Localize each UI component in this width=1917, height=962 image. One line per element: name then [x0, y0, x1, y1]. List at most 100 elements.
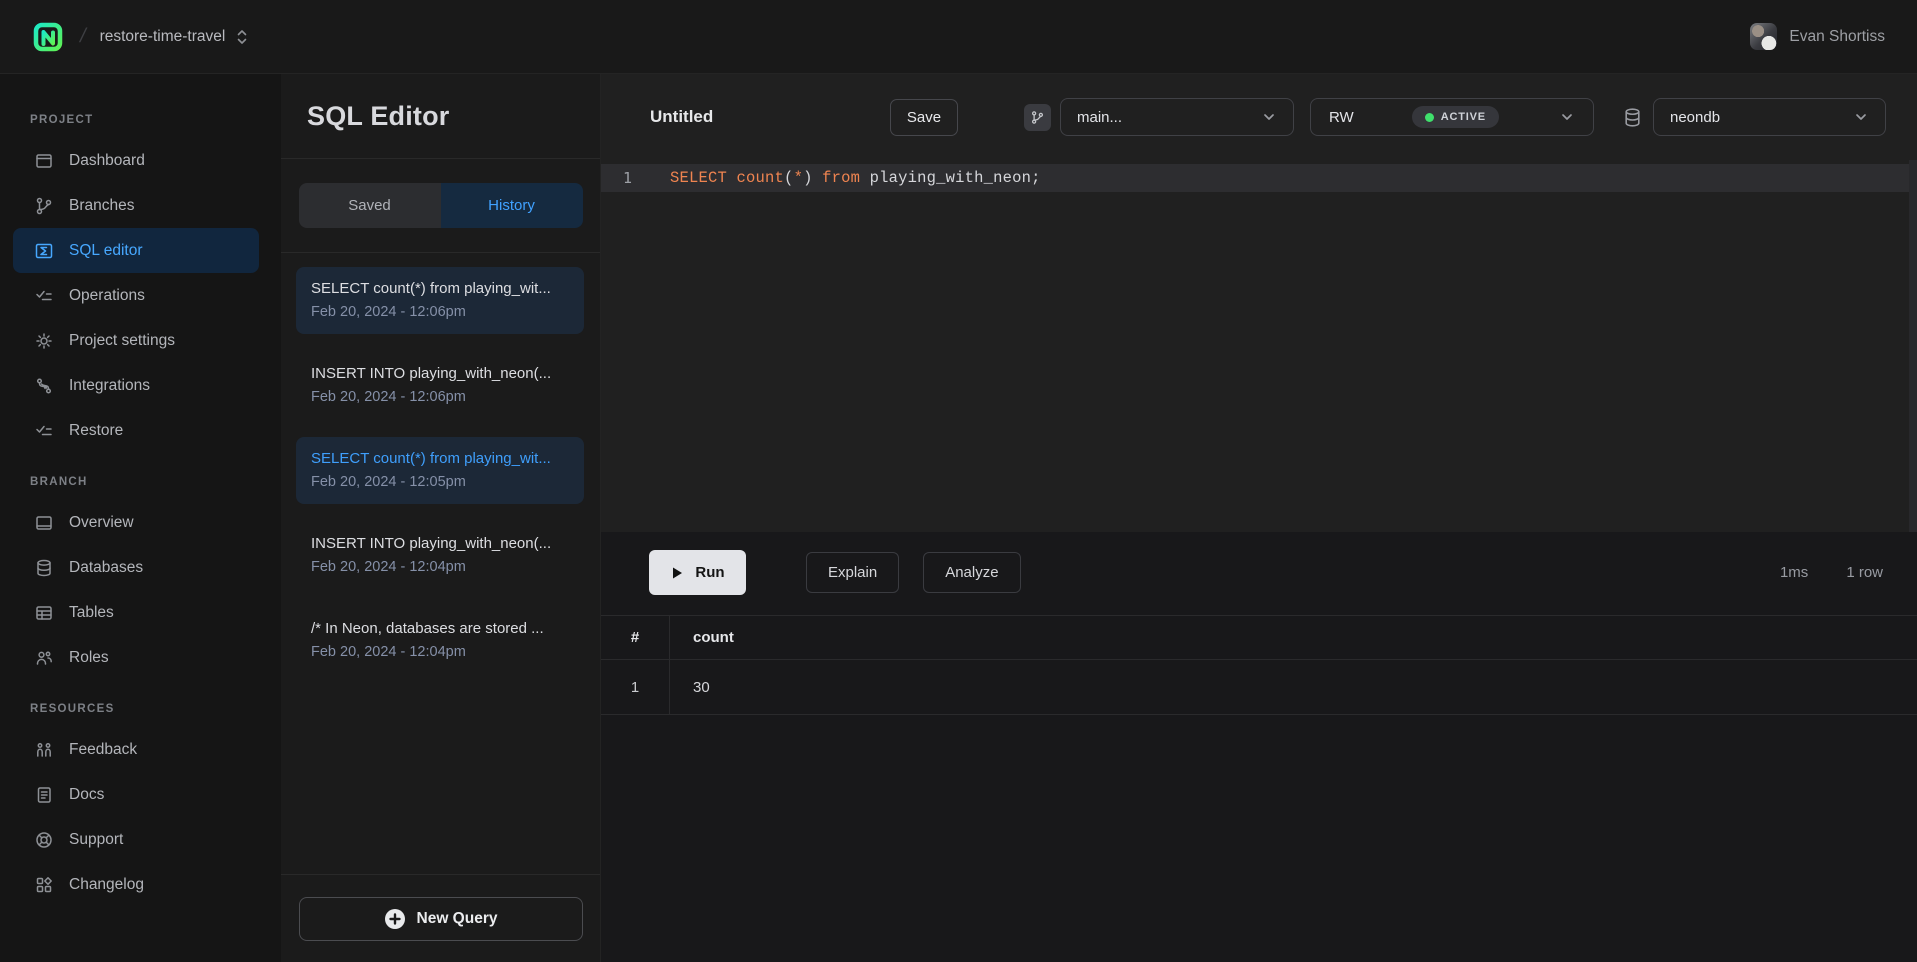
neon-logo[interactable] [30, 19, 66, 55]
sidebar-item-project-settings[interactable]: Project settings [13, 318, 259, 363]
sidebar: PROJECTDashboardBranchesSQL editorOperat… [0, 74, 281, 962]
history-timestamp: Feb 20, 2024 - 12:04pm [311, 644, 569, 660]
sidebar-item-sql-editor[interactable]: SQL editor [13, 228, 259, 273]
new-query-button[interactable]: New Query [299, 897, 583, 941]
code-token-keyword: SELECT [670, 169, 727, 187]
sidebar-item-label: Support [69, 831, 123, 849]
branch-select[interactable]: main... [1060, 98, 1294, 136]
sidebar-item-restore[interactable]: Restore [13, 408, 259, 453]
history-timestamp: Feb 20, 2024 - 12:06pm [311, 389, 569, 405]
results-header-row: #count [601, 615, 1917, 660]
history-query-text: INSERT INTO playing_with_neon(... [311, 365, 569, 382]
history-timestamp: Feb 20, 2024 - 12:04pm [311, 559, 569, 575]
sidebar-item-label: Integrations [69, 377, 150, 395]
editor-header: Untitled Save [601, 74, 1917, 160]
analyze-button[interactable]: Analyze [923, 552, 1020, 593]
query-duration: 1ms [1780, 564, 1808, 581]
editor-header-right: main... RW ACTIVE [994, 74, 1917, 160]
compute-select-value: RW [1329, 109, 1354, 126]
plus-circle-icon [384, 908, 406, 930]
avatar [1750, 23, 1777, 50]
line-number: 1 [601, 169, 670, 187]
history-item[interactable]: SELECT count(*) from playing_wit...Feb 2… [296, 267, 584, 334]
query-toolbar: Run Explain Analyze 1ms 1 row [601, 532, 1917, 595]
code-line: 1 SELECT count(*) from playing_with_neon… [601, 164, 1917, 192]
tables-icon [34, 603, 54, 623]
neon-console: / restore-time-travel Evan Shortiss PROJ… [0, 0, 1917, 962]
compute-status-text: ACTIVE [1441, 111, 1486, 123]
history-query-text: SELECT count(*) from playing_wit... [311, 280, 569, 297]
code-token-keyword: count [737, 169, 785, 187]
query-stats: 1ms 1 row [1780, 564, 1885, 581]
table-cell: 30 [670, 679, 710, 696]
project-switcher[interactable]: restore-time-travel [100, 28, 250, 46]
query-title: Untitled [650, 107, 713, 127]
history-list: SELECT count(*) from playing_wit... Feb 2… [281, 253, 600, 874]
history-item[interactable]: SELECT count(*) from playing_wit...Feb 2… [296, 437, 584, 504]
column-header-index: # [601, 616, 670, 659]
code-editor[interactable]: 1 SELECT count(*) from playing_with_neon… [601, 160, 1917, 532]
branch-icon-button[interactable] [1024, 104, 1051, 131]
tab-history[interactable]: History [441, 183, 583, 228]
integrations-icon [34, 376, 54, 396]
user-menu[interactable]: Evan Shortiss [1750, 23, 1885, 50]
compute-status-badge: ACTIVE [1412, 106, 1499, 128]
support-icon [34, 830, 54, 850]
sidebar-item-integrations[interactable]: Integrations [13, 363, 259, 408]
overview-icon [34, 513, 54, 533]
sidebar-item-support[interactable]: Support [13, 817, 259, 862]
explain-button[interactable]: Explain [806, 552, 899, 593]
sidebar-item-roles[interactable]: Roles [13, 635, 259, 680]
page-title: SQL Editor [307, 101, 450, 132]
history-item[interactable]: INSERT INTO playing_with_neon(... Feb 20,… [296, 352, 584, 419]
user-name: Evan Shortiss [1789, 28, 1885, 46]
database-select[interactable]: neondb [1653, 98, 1886, 136]
results-table: #count130 [601, 615, 1917, 715]
sql-code: SELECT count(*) from playing_with_neon; [670, 169, 1041, 187]
sidebar-item-label: Overview [69, 514, 134, 532]
branch-select-value: main... [1077, 109, 1122, 126]
docs-icon [34, 785, 54, 805]
topbar-left: / restore-time-travel [30, 19, 249, 55]
tab-saved[interactable]: Saved [299, 183, 441, 228]
sidebar-item-label: Dashboard [69, 152, 145, 170]
breadcrumb-separator: / [78, 25, 88, 48]
save-button[interactable]: Save [890, 99, 958, 136]
sidebar-item-branches[interactable]: Branches [13, 183, 259, 228]
sidebar-item-overview[interactable]: Overview [13, 500, 259, 545]
sidebar-item-label: Roles [69, 649, 109, 667]
sidebar-item-label: Project settings [69, 332, 175, 350]
code-token-plain: ) [803, 169, 813, 187]
database-icon [1622, 107, 1643, 128]
branch-icon [1030, 110, 1045, 125]
code-token-plain: ( [784, 169, 794, 187]
panel-header: SQL Editor [281, 74, 600, 159]
sidebar-item-label: Databases [69, 559, 143, 577]
sidebar-item-tables[interactable]: Tables [13, 590, 259, 635]
sidebar-item-changelog[interactable]: Changelog [13, 862, 259, 907]
sidebar-item-feedback[interactable]: Feedback [13, 727, 259, 772]
sidebar-item-label: Docs [69, 786, 104, 804]
sidebar-item-dashboard[interactable]: Dashboard [13, 138, 259, 183]
sidebar-item-label: Operations [69, 287, 145, 305]
sidebar-section-branch: BRANCHOverviewDatabasesTablesRoles [0, 476, 281, 680]
history-item[interactable]: INSERT INTO playing_with_neon(... Feb 20,… [296, 522, 584, 589]
sidebar-item-label: Restore [69, 422, 123, 440]
sidebar-item-docs[interactable]: Docs [13, 772, 259, 817]
row-index-cell: 1 [601, 660, 670, 714]
editor-scrollbar[interactable] [1909, 160, 1917, 532]
panel-footer: New Query [281, 874, 600, 962]
history-item[interactable]: /* In Neon, databases are stored ...Feb … [296, 607, 584, 674]
result-row-count: 1 row [1846, 564, 1883, 581]
sidebar-item-label: Tables [69, 604, 114, 622]
database-select-value: neondb [1670, 109, 1720, 126]
sidebar-item-databases[interactable]: Databases [13, 545, 259, 590]
code-token-plain [813, 169, 823, 187]
app-body: PROJECTDashboardBranchesSQL editorOperat… [0, 74, 1917, 962]
compute-select[interactable]: RW ACTIVE [1310, 98, 1594, 136]
history-query-text: INSERT INTO playing_with_neon(... [311, 535, 569, 552]
status-dot-icon [1425, 113, 1434, 122]
sidebar-item-operations[interactable]: Operations [13, 273, 259, 318]
run-button[interactable]: Run [649, 550, 746, 595]
restore-icon [34, 421, 54, 441]
